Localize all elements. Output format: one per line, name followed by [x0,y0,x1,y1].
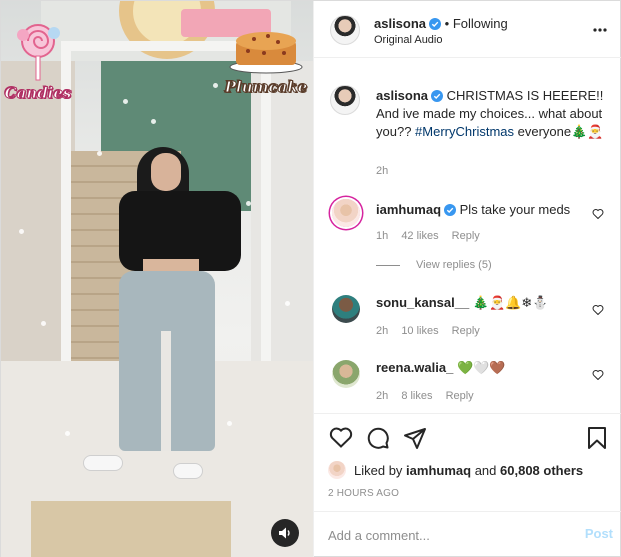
snowflake [227,421,232,426]
comment-meta: 2h 10 likes Reply [376,325,490,337]
snowflake [285,301,290,306]
snowflake [246,201,251,206]
comment-like-heart-icon[interactable] [592,208,604,219]
comment-likes[interactable]: 42 likes [401,230,438,242]
candies-sticker-caption: Candies [4,84,72,103]
comment-reply-button[interactable]: Reply [446,390,474,402]
comment-time[interactable]: 2h [376,390,388,402]
caption-author-username[interactable]: aslisona [376,88,428,103]
lollipop-icon [17,24,60,81]
liked-by-summary: Liked by iamhumaq and 60,808 others [328,461,583,479]
snowflake [19,229,24,234]
commenter-avatar[interactable] [332,295,360,323]
comment-time[interactable]: 2h [376,325,388,337]
author-avatar[interactable] [330,15,360,45]
save-bookmark-icon[interactable] [587,426,607,450]
liked-by-prefix: Liked by [354,462,403,478]
mute-toggle-button[interactable] [271,519,299,547]
candies-sticker: Candies [3,21,73,103]
verified-badge-icon [444,204,457,216]
follow-separator: • [444,16,450,31]
like-heart-icon[interactable] [329,426,353,448]
comment-reply-button[interactable]: Reply [452,230,480,242]
snowflake [97,151,102,156]
view-replies-label: View replies (5) [416,259,492,271]
add-comment-input[interactable] [328,524,548,546]
comment-likes[interactable]: 8 likes [401,390,432,402]
post-video[interactable]: Candies Plumcake [1,1,313,557]
speaker-icon [279,527,290,539]
comment-reply-button[interactable]: Reply [452,325,480,337]
comment-text: 💚🤍🤎 [456,361,506,376]
caption-text-block: aslisona CHRISTMAS IS HEEERE!! And ive m… [376,87,608,142]
snowflake [213,83,218,88]
commenter-username[interactable]: reena.walia_ [376,360,453,375]
liked-by-user[interactable]: iamhumaq [406,463,471,478]
post-actions-section: Liked by iamhumaq and 60,808 others 2 HO… [314,413,621,523]
comment-like-heart-icon[interactable] [592,304,604,315]
person-left-slide [83,455,123,471]
commenter-avatar[interactable] [332,360,360,388]
snowflake [123,99,128,104]
comment-time[interactable]: 1h [376,230,388,242]
caption-tail: everyone [517,124,572,139]
comment-meta: 2h 8 likes Reply [376,390,484,402]
share-paper-plane-icon[interactable] [403,426,427,450]
comment-text: Pls take your meds [459,202,571,217]
snowflake [41,321,46,326]
caption-time[interactable]: 2h [376,165,388,177]
comment-likes[interactable]: 10 likes [401,325,438,337]
plumcake-sticker: Plumcake [223,25,309,97]
verified-badge-icon [429,18,442,30]
liked-by-others-link[interactable]: 60,808 others [500,463,583,478]
more-options-icon[interactable] [593,28,607,32]
person-face [151,153,181,191]
snowflake [65,431,70,436]
comment-bubble-icon[interactable] [366,426,390,450]
plumcake-sticker-caption: Plumcake [224,78,308,97]
person-leg-gap [161,331,171,451]
person-right-slide [173,463,203,479]
liked-by-avatar[interactable] [328,461,346,479]
commenter-username[interactable]: sonu_kansal__ [376,295,469,310]
comment-text: 🎄🎅🔔❄⛄ [472,296,549,311]
comment-body: reena.walia_ 💚🤍🤎 [376,359,586,378]
commenter-avatar[interactable] [332,199,360,227]
comment-body: sonu_kansal__ 🎄🎅🔔❄⛄ [376,294,586,313]
cake-icon [229,32,303,74]
post-timestamp[interactable]: 2 HOURS AGO [328,488,399,499]
caption-author-avatar[interactable] [330,85,360,115]
post-header: aslisona • Following Original Audio [314,1,621,58]
author-username[interactable]: aslisona [374,16,426,31]
add-comment-section: Post [314,511,621,557]
audio-label[interactable]: Original Audio [374,34,443,46]
view-replies-button[interactable]: View replies (5) [376,259,492,271]
post-details-panel: aslisona • Following Original Audio asli… [313,1,621,557]
snowflake [151,119,156,124]
following-button[interactable]: Following [453,16,508,31]
author-line: aslisona • Following [374,16,508,32]
view-replies-line [376,264,400,266]
instagram-post-modal: Candies Plumcake aslisona • Following Or… [0,0,621,557]
comment-body: iamhumaq Pls take your meds [376,201,586,219]
caption-emojis: 🎄🎅 [571,125,604,140]
comment-meta: 1h 42 likes Reply [376,230,490,242]
commenter-username[interactable]: iamhumaq [376,202,441,217]
caption-hashtag-link[interactable]: #MerryChristmas [415,124,514,139]
scene-rug [31,501,231,557]
comment-like-heart-icon[interactable] [592,369,604,380]
liked-by-middle: and [474,462,497,478]
post-comment-button[interactable]: Post [585,526,613,541]
verified-badge-icon [431,90,444,102]
